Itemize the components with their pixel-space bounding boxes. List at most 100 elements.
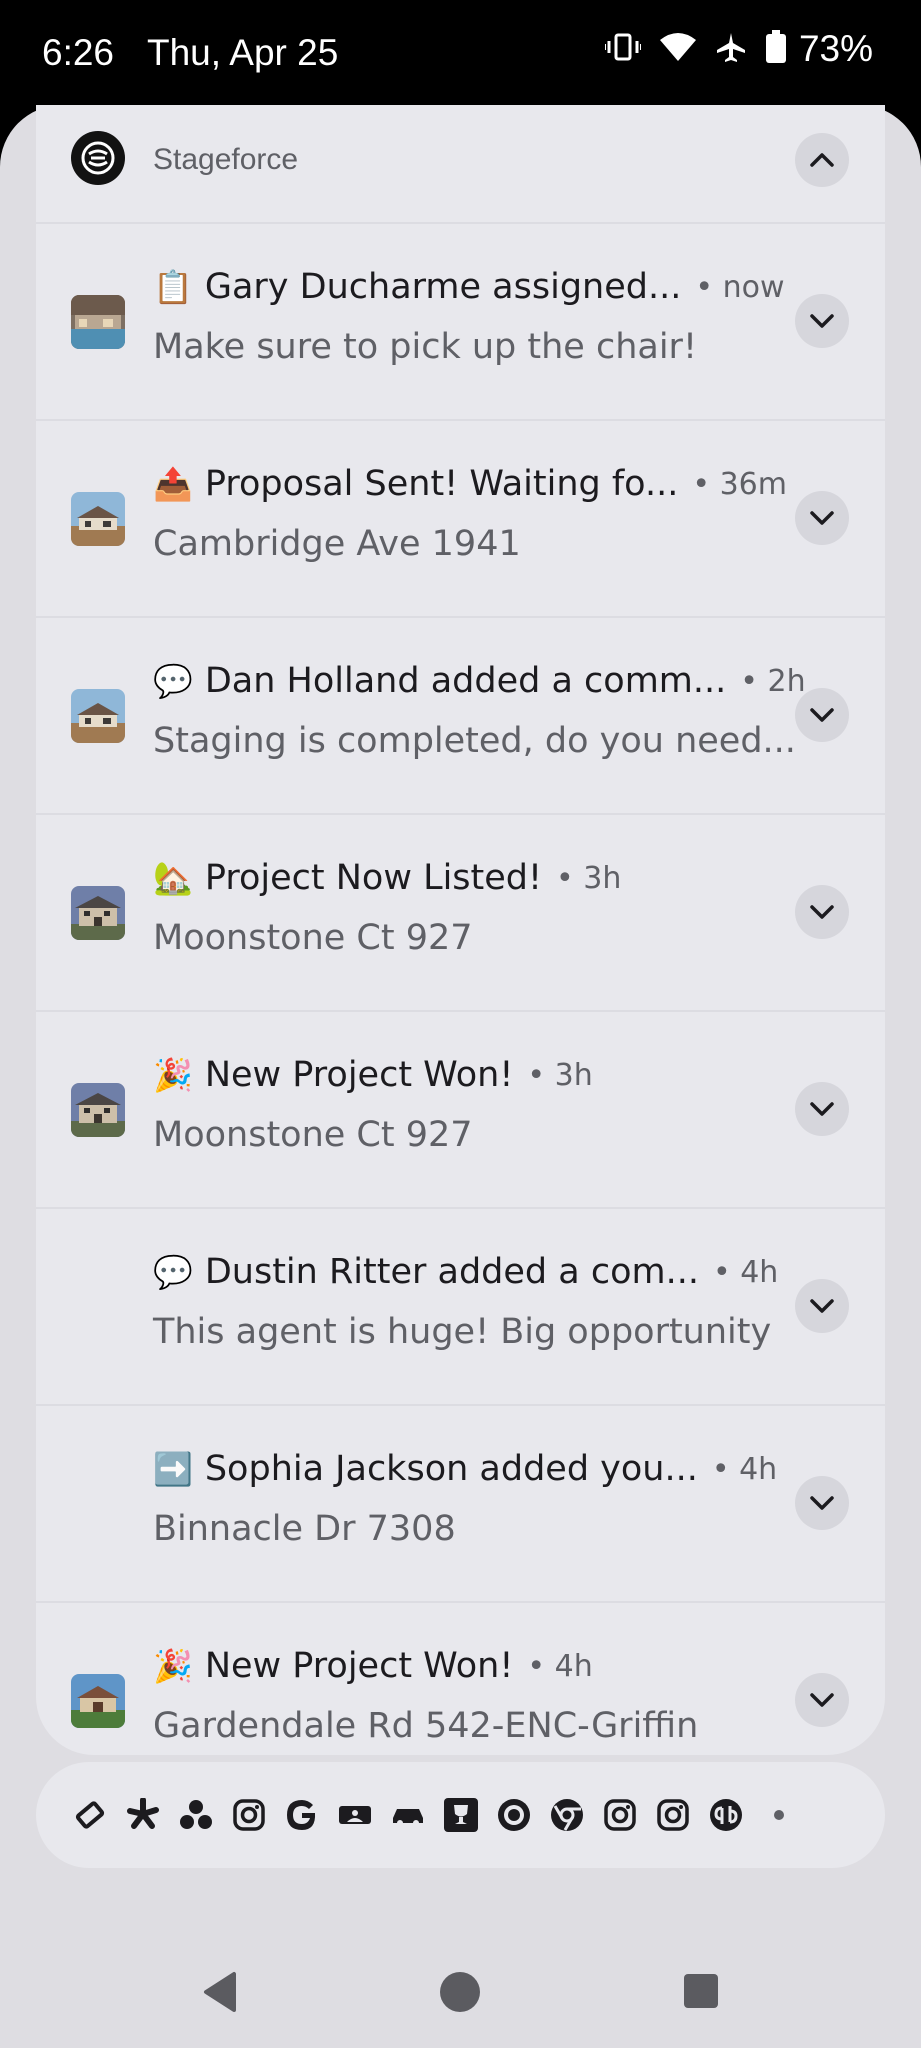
home-button[interactable] [438, 1970, 482, 2018]
notification-title: 🎉 New Project Won! • 3h [153, 1055, 593, 1095]
mlb-icon [337, 1797, 373, 1833]
vibrate-icon [603, 32, 642, 67]
collapse-button[interactable] [795, 133, 849, 187]
notification-title-text: New Project Won! [204, 1055, 514, 1095]
notification-title: 📋 Gary Ducharme assigned... • now [153, 267, 784, 307]
notification-body: Cambridge Ave 1941 [153, 524, 521, 564]
notification-body: Moonstone Ct 927 [153, 1115, 473, 1155]
notification-time: • 3h [556, 860, 622, 896]
notification-title: 🏡 Project Now Listed! • 3h [153, 858, 621, 898]
notification-item[interactable]: 📤 Proposal Sent! Waiting fo... • 36m Cam… [36, 420, 885, 616]
notification-emoji: 🏡 [153, 859, 193, 897]
status-date: Thu, Apr 25 [147, 32, 339, 73]
stageforce-logo-icon [71, 131, 125, 185]
instagram-icon [231, 1797, 267, 1833]
wifi-icon [659, 32, 697, 67]
dots-icon [178, 1797, 214, 1833]
airplane-icon [715, 31, 747, 68]
chevron-down-icon [810, 511, 834, 525]
notification-time: • now [695, 269, 785, 305]
notification-title: 📤 Proposal Sent! Waiting fo... • 36m [153, 464, 787, 504]
notification-emoji: 📋 [153, 268, 193, 306]
notification-title-text: Dustin Ritter added a com... [204, 1252, 699, 1292]
notification-time: • 2h [740, 663, 806, 699]
status-time: 6:26 [42, 32, 115, 73]
project-thumbnail [71, 1674, 125, 1728]
notification-time: • 3h [527, 1057, 593, 1093]
ticket-icon [72, 1797, 108, 1833]
expand-button[interactable] [795, 491, 849, 545]
yelp-icon [125, 1797, 161, 1833]
chevron-up-icon [810, 153, 834, 167]
app-name: Stageforce [153, 143, 299, 176]
status-bar: 6:26 Thu, Apr 25 73% [0, 0, 921, 110]
chevron-down-icon [810, 1299, 834, 1313]
expand-button[interactable] [795, 1279, 849, 1333]
chevron-down-icon [810, 314, 834, 328]
notification-item[interactable]: 📋 Gary Ducharme assigned... • now Make s… [36, 223, 885, 419]
notification-time: • 36m [692, 466, 787, 502]
chevron-down-icon [810, 905, 834, 919]
home-circle-icon [440, 1972, 480, 2012]
expand-button[interactable] [795, 1673, 849, 1727]
notification-time: • 4h [527, 1648, 593, 1684]
notification-item[interactable]: ➡️ Sophia Jackson added you... • 4h Binn… [36, 1405, 885, 1601]
expand-button[interactable] [795, 1082, 849, 1136]
notification-body: Gardendale Rd 542-ENC-Griffin [153, 1706, 699, 1746]
notification-item[interactable]: 🎉 New Project Won! • 4h Gardendale Rd 54… [36, 1602, 885, 1755]
notification-body: Staging is completed, do you need... [153, 721, 796, 761]
chevron-down-icon [810, 1496, 834, 1510]
notification-title-text: Sophia Jackson added you... [204, 1449, 698, 1489]
notification-title-text: Project Now Listed! [204, 858, 543, 898]
trophy-icon [443, 1797, 479, 1833]
battery-icon [765, 29, 787, 69]
recents-button[interactable] [682, 1972, 720, 2014]
project-thumbnail [71, 689, 125, 743]
notification-time: • 4h [711, 1451, 778, 1487]
expand-button[interactable] [795, 1476, 849, 1530]
notification-item[interactable]: 💬 Dustin Ritter added a com... • 4h This… [36, 1208, 885, 1404]
notification-emoji: 📤 [153, 465, 193, 503]
notification-emoji: ➡️ [153, 1450, 193, 1488]
notification-group: Stageforce 📋 Gary Ducharme assigned... •… [36, 105, 885, 1755]
chevron-down-icon [810, 708, 834, 722]
notification-body: Make sure to pick up the chair! [153, 327, 697, 367]
expand-button[interactable] [795, 885, 849, 939]
notification-title: ➡️ Sophia Jackson added you... • 4h [153, 1449, 777, 1489]
back-triangle-icon [204, 1972, 236, 2012]
more-dot-icon [761, 1797, 797, 1833]
record-icon [496, 1797, 532, 1833]
notification-title-text: Proposal Sent! Waiting fo... [204, 464, 679, 504]
quickbooks-icon [708, 1797, 744, 1833]
chevron-down-icon [810, 1102, 834, 1116]
notification-body: Binnacle Dr 7308 [153, 1509, 456, 1549]
notification-body: This agent is huge! Big opportunity [153, 1312, 772, 1352]
notification-title-text: New Project Won! [204, 1646, 514, 1686]
notification-time: • 4h [712, 1254, 779, 1290]
project-thumbnail [71, 295, 125, 349]
notification-body: Moonstone Ct 927 [153, 918, 473, 958]
notification-title: 💬 Dustin Ritter added a com... • 4h [153, 1252, 778, 1292]
notification-title-text: Gary Ducharme assigned... [204, 267, 682, 307]
app-header[interactable]: Stageforce [36, 105, 885, 223]
expand-button[interactable] [795, 294, 849, 348]
expand-button[interactable] [795, 688, 849, 742]
back-button[interactable] [200, 1970, 240, 2018]
project-thumbnail [71, 492, 125, 546]
notification-item[interactable]: 🎉 New Project Won! • 3h Moonstone Ct 927 [36, 1011, 885, 1207]
notification-emoji: 💬 [153, 662, 193, 700]
chevron-down-icon [810, 1693, 834, 1707]
notification-item[interactable]: 🏡 Project Now Listed! • 3h Moonstone Ct … [36, 814, 885, 1010]
status-icons: 73% [603, 28, 873, 70]
notification-emoji: 💬 [153, 1253, 193, 1291]
notification-icons-row[interactable] [36, 1762, 885, 1868]
recents-square-icon [684, 1974, 718, 2008]
notification-title: 🎉 New Project Won! • 4h [153, 1646, 593, 1686]
instagram-icon [602, 1797, 638, 1833]
project-thumbnail [71, 1083, 125, 1137]
notification-emoji: 🎉 [153, 1056, 193, 1094]
project-thumbnail [71, 886, 125, 940]
google-icon [284, 1797, 320, 1833]
notification-title-text: Dan Holland added a comm... [204, 661, 727, 701]
notification-item[interactable]: 💬 Dan Holland added a comm... • 2h Stagi… [36, 617, 885, 813]
